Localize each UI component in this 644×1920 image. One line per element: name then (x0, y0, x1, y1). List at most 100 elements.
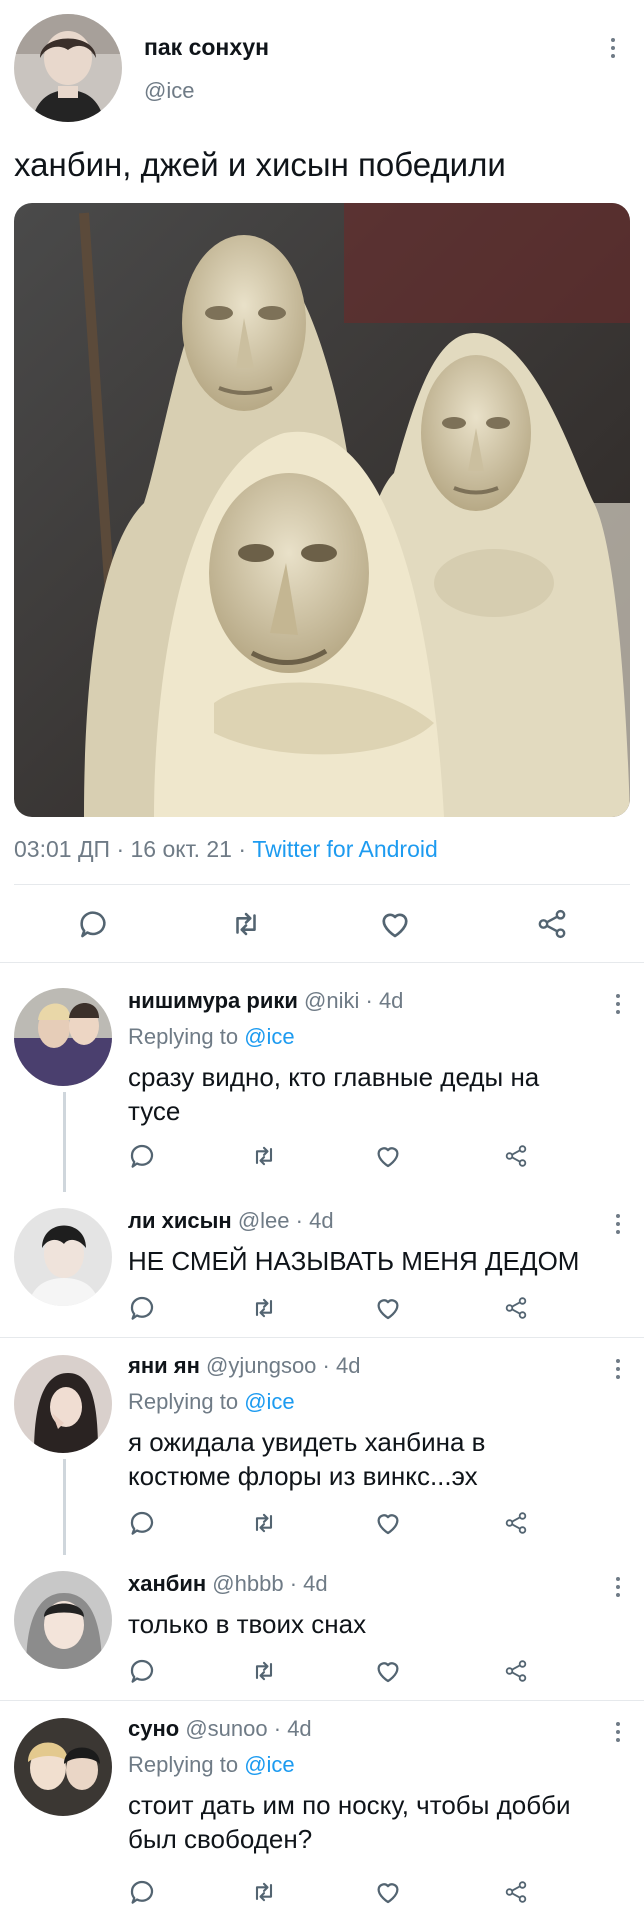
retweet-icon (250, 1657, 278, 1685)
like-icon (373, 1656, 403, 1686)
reply-header: ли хисын @lee · 4d (128, 1208, 334, 1234)
thread-line (63, 1092, 66, 1192)
reply-age: 4d (303, 1571, 328, 1596)
reply-author-name[interactable]: суно (128, 1716, 179, 1741)
reply-dot: · (289, 1571, 298, 1596)
tweet-source-link[interactable]: Twitter for Android (252, 836, 437, 862)
retweet-button[interactable] (248, 1876, 280, 1908)
retweet-button[interactable] (226, 904, 266, 944)
share-icon (535, 907, 569, 941)
share-button[interactable] (500, 1292, 532, 1324)
more-icon[interactable] (614, 1722, 622, 1742)
retweet-icon (229, 907, 263, 941)
avatar[interactable] (14, 1355, 112, 1453)
replying-to-label: Replying to (128, 1024, 239, 1049)
avatar[interactable] (14, 1718, 112, 1816)
retweet-icon (250, 1142, 278, 1170)
tweet-meta: 03:01 ДП · 16 окт. 21 · Twitter for Andr… (14, 836, 438, 863)
replying-to-label: Replying to (128, 1389, 239, 1414)
reply-button[interactable] (126, 1507, 158, 1539)
reply-author-name[interactable]: яни ян (128, 1353, 200, 1378)
reply-tweet[interactable]: ханбин @hbbb · 4d только в твоих снах (0, 1555, 644, 1700)
replying-to-link[interactable]: @ice (244, 1024, 294, 1049)
reply-author-handle[interactable]: @yjungsoo (206, 1353, 316, 1378)
like-icon (373, 1293, 403, 1323)
reply-author-name[interactable]: ли хисын (128, 1208, 232, 1233)
replying-to-link[interactable]: @ice (244, 1752, 294, 1777)
reply-text: сразу видно, кто главные деды на тусе (128, 1062, 540, 1126)
avatar[interactable] (14, 1571, 112, 1669)
reply-dot: · (273, 1716, 282, 1741)
retweet-icon (250, 1878, 278, 1906)
reply-dot: · (322, 1353, 330, 1378)
tweet-time: 03:01 ДП (14, 836, 111, 862)
reply-tweet[interactable]: яни ян @yjungsoo · 4d Replying to @ice я… (0, 1337, 644, 1555)
reply-button[interactable] (126, 1655, 158, 1687)
more-icon[interactable] (614, 1214, 622, 1234)
more-icon[interactable] (614, 1359, 622, 1379)
share-icon (503, 1879, 529, 1905)
author-avatar[interactable] (14, 14, 122, 122)
reply-button[interactable] (126, 1140, 158, 1172)
reply-author-handle[interactable]: @hbbb (212, 1571, 283, 1596)
like-icon (377, 906, 413, 942)
share-button[interactable] (500, 1655, 532, 1687)
reply-tweet[interactable]: суно @sunoo · 4d Replying to @ice стоит … (0, 1700, 644, 1920)
replying-to: Replying to @ice (128, 1389, 295, 1415)
tweet-image[interactable] (14, 203, 630, 817)
reply-tweet[interactable]: нишимура рики @niki · 4d Replying to @ic… (0, 962, 644, 1192)
share-icon (503, 1658, 529, 1684)
more-icon[interactable] (614, 994, 622, 1014)
like-button[interactable] (372, 1292, 404, 1324)
reply-author-handle[interactable]: @lee (238, 1208, 290, 1233)
share-button[interactable] (500, 1507, 532, 1539)
reply-button[interactable] (126, 1876, 158, 1908)
share-button[interactable] (500, 1140, 532, 1172)
reply-author-handle[interactable]: @niki (304, 988, 359, 1013)
replying-to: Replying to @ice (128, 1752, 295, 1778)
like-button[interactable] (375, 904, 415, 944)
reply-header: яни ян @yjungsoo · 4d (128, 1353, 360, 1379)
like-button[interactable] (372, 1876, 404, 1908)
avatar[interactable] (14, 1208, 112, 1306)
like-icon (373, 1141, 403, 1171)
retweet-button[interactable] (248, 1292, 280, 1324)
reply-author-handle[interactable]: @sunoo (185, 1716, 267, 1741)
share-button[interactable] (532, 904, 572, 944)
avatar[interactable] (14, 988, 112, 1086)
reply-author-name[interactable]: ханбин (128, 1571, 206, 1596)
meta-separator: · (116, 836, 125, 862)
share-icon (503, 1510, 529, 1536)
more-icon[interactable] (614, 1577, 622, 1597)
author-handle[interactable]: @ice (144, 78, 194, 104)
main-tweet: пак сонхун @ice ханбин, джей и хисын поб… (0, 0, 644, 962)
retweet-button[interactable] (248, 1655, 280, 1687)
reply-icon (127, 1141, 157, 1171)
reply-button[interactable] (73, 904, 113, 944)
reply-dot: · (295, 1208, 303, 1233)
more-icon[interactable] (609, 38, 617, 58)
reply-header: ханбин @hbbb · 4d (128, 1571, 328, 1597)
reply-age: 4d (309, 1208, 334, 1233)
replying-to-link[interactable]: @ice (244, 1389, 294, 1414)
author-name[interactable]: пак сонхун (144, 34, 269, 61)
like-button[interactable] (372, 1507, 404, 1539)
reply-tweet[interactable]: ли хисын @lee · 4d НЕ СМЕЙ НАЗЫВАТЬ МЕНЯ… (0, 1192, 644, 1337)
reply-icon (76, 907, 110, 941)
retweet-button[interactable] (248, 1507, 280, 1539)
retweet-icon (250, 1509, 278, 1537)
share-icon (503, 1143, 529, 1169)
retweet-button[interactable] (248, 1140, 280, 1172)
like-button[interactable] (372, 1655, 404, 1687)
replying-to: Replying to @ice (128, 1024, 295, 1050)
reply-header: нишимура рики @niki · 4d (128, 988, 403, 1014)
divider (14, 884, 630, 885)
reply-icon (127, 1508, 157, 1538)
reply-button[interactable] (126, 1292, 158, 1324)
reply-author-name[interactable]: нишимура рики (128, 988, 298, 1013)
share-button[interactable] (500, 1876, 532, 1908)
like-button[interactable] (372, 1140, 404, 1172)
reply-age: 4d (287, 1716, 312, 1741)
like-icon (373, 1508, 403, 1538)
reply-icon (127, 1877, 157, 1907)
